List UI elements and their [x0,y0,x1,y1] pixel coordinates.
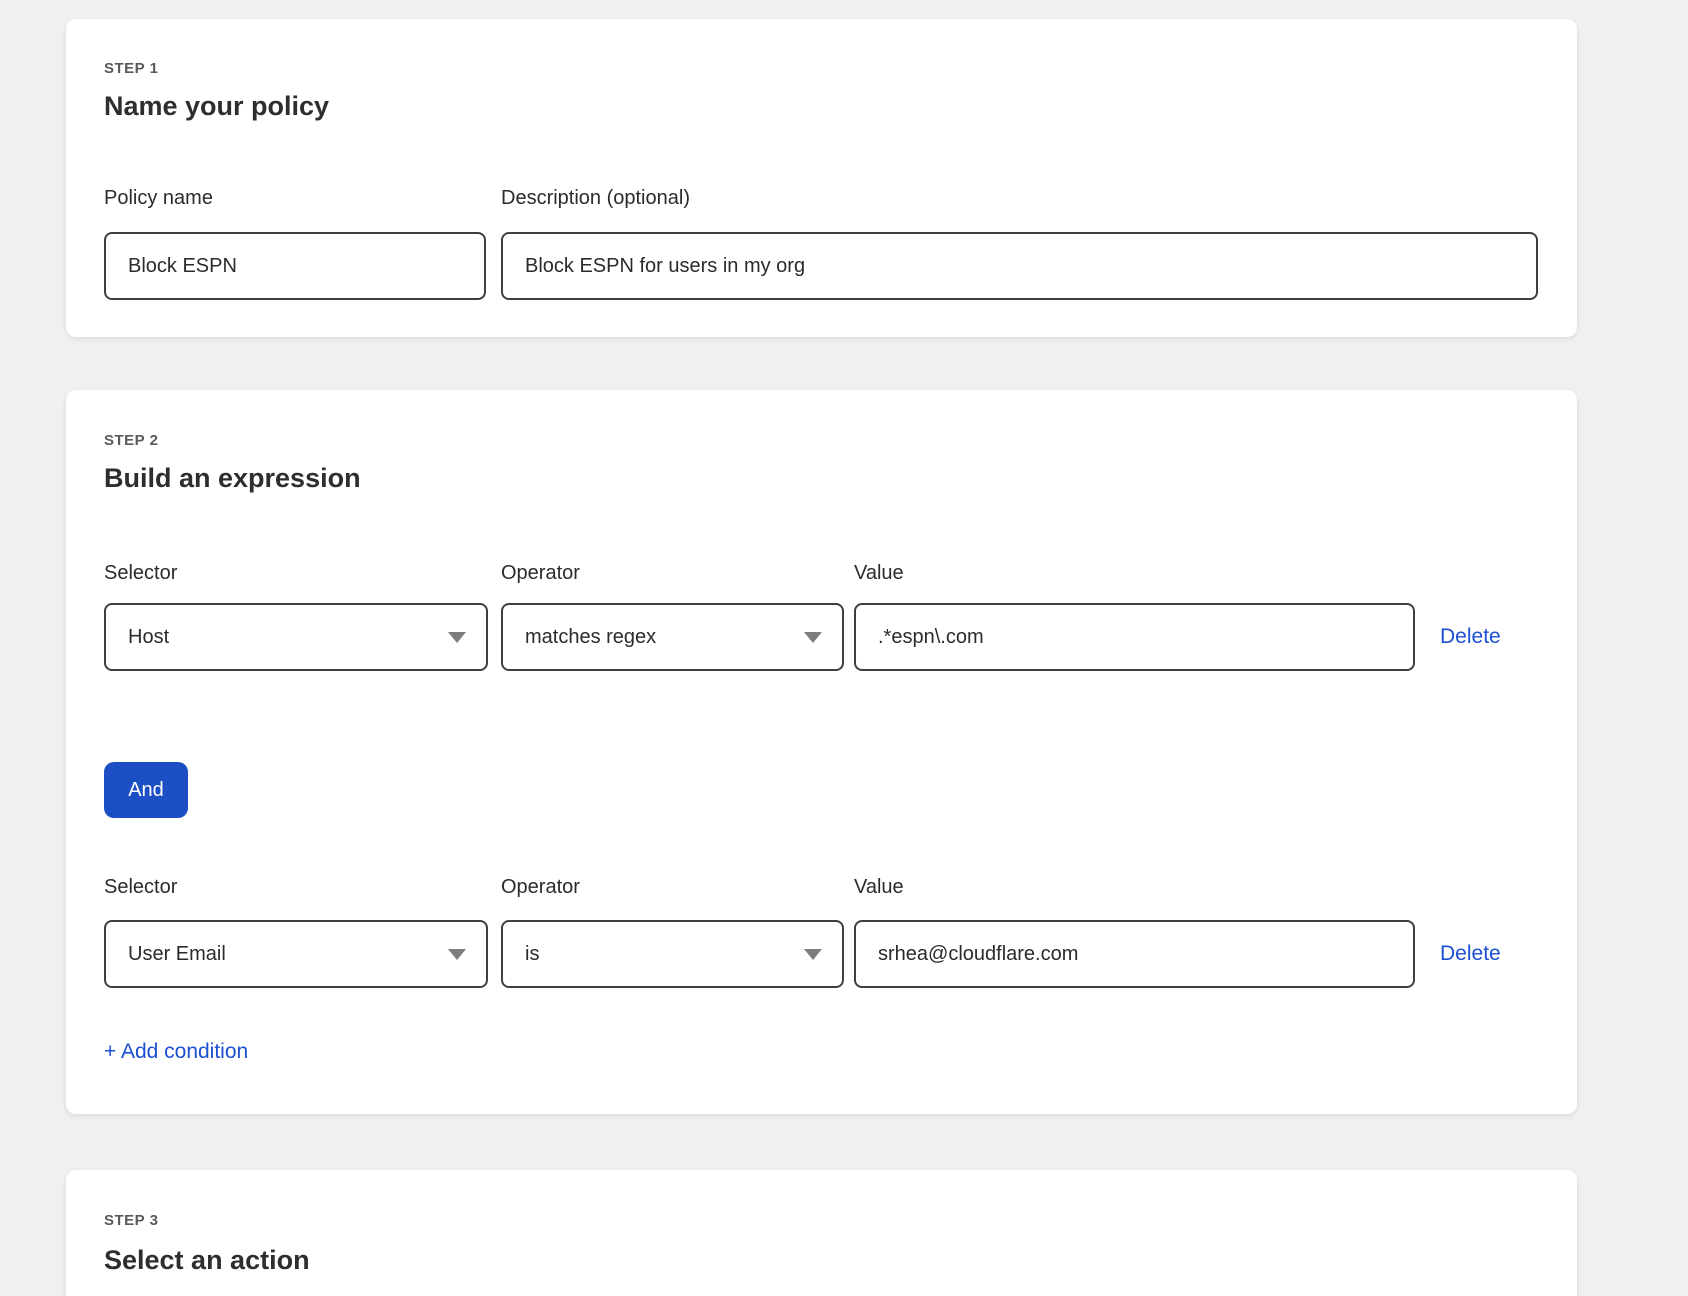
chevron-down-icon [804,949,822,960]
step1-label: STEP 1 [104,60,158,77]
step2-title: Build an expression [104,463,361,494]
operator-dropdown[interactable]: matches regex [501,603,844,671]
value-column-label: Value [854,562,904,585]
value-input[interactable] [854,920,1415,988]
step1-card: STEP 1 Name your policy Policy name Desc… [66,19,1577,337]
step3-title: Select an action [104,1245,310,1276]
operator-dropdown-value: matches regex [525,626,656,649]
selector-dropdown[interactable]: Host [104,603,488,671]
chevron-down-icon [448,949,466,960]
and-button[interactable]: And [104,762,188,818]
step2-card: STEP 2 Build an expression Selector Oper… [66,390,1577,1114]
description-label: Description (optional) [501,187,690,210]
step3-label: STEP 3 [104,1212,158,1229]
selector-dropdown-value: User Email [128,943,226,966]
chevron-down-icon [804,632,822,643]
selector-dropdown-value: Host [128,626,169,649]
add-condition-link[interactable]: + Add condition [104,1040,248,1064]
selector-dropdown[interactable]: User Email [104,920,488,988]
step1-title: Name your policy [104,91,329,122]
policy-builder-page: STEP 1 Name your policy Policy name Desc… [0,0,1688,1296]
operator-column-label: Operator [501,562,580,585]
policy-name-label: Policy name [104,187,213,210]
operator-dropdown[interactable]: is [501,920,844,988]
operator-dropdown-value: is [525,943,539,966]
description-input[interactable] [501,232,1538,300]
value-input[interactable] [854,603,1415,671]
operator-column-label: Operator [501,876,580,899]
policy-name-input[interactable] [104,232,486,300]
delete-condition-link[interactable]: Delete [1440,625,1501,649]
selector-column-label: Selector [104,876,177,899]
selector-column-label: Selector [104,562,177,585]
step3-card: STEP 3 Select an action [66,1170,1577,1296]
delete-condition-link[interactable]: Delete [1440,942,1501,966]
step2-label: STEP 2 [104,432,158,449]
chevron-down-icon [448,632,466,643]
value-column-label: Value [854,876,904,899]
